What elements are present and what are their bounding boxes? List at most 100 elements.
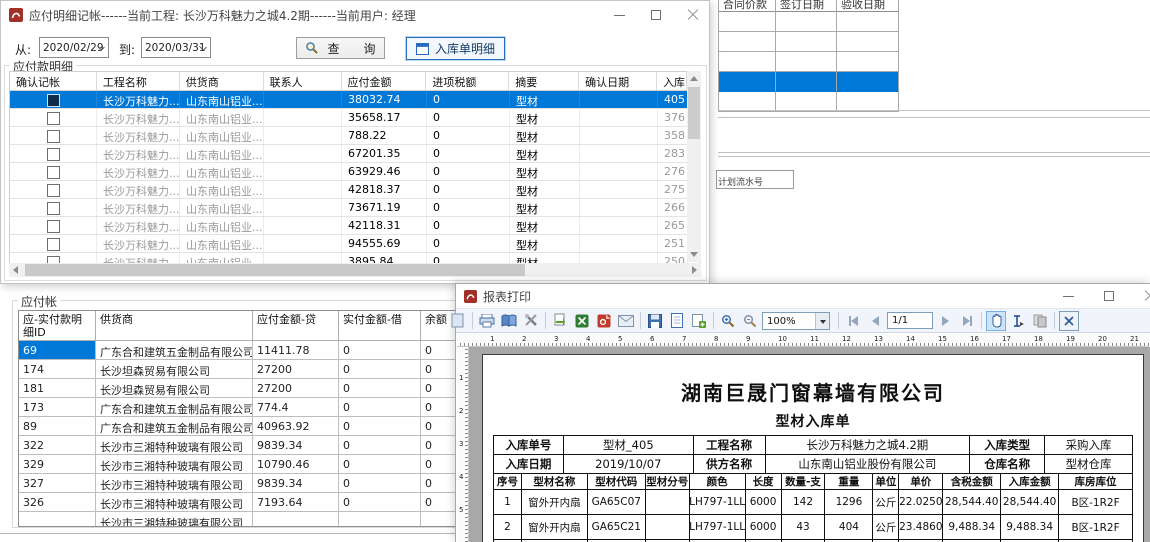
table-row[interactable]: 长沙万科魅力...山东南山铝业...73671.190型材266 [10,199,700,217]
table-row[interactable]: 长沙万科魅力...山东南山铝业...42118.310型材265 [10,217,700,235]
close-icon[interactable] [687,9,699,21]
table-row[interactable]: 长沙万科魅力...山东南山铝业...94555.690型材251 [10,235,700,253]
column-header[interactable]: 进项税额 [426,72,509,90]
export-icon[interactable] [550,311,570,331]
scroll-right-icon[interactable] [692,266,697,274]
minimize-icon[interactable] [614,15,625,16]
print-icon[interactable] [477,311,497,331]
excel-export-icon[interactable] [572,311,592,331]
table-row[interactable] [719,92,899,112]
page-nav-input[interactable]: 1/1 [887,312,933,329]
checkbox[interactable] [47,184,60,197]
scroll-down-icon[interactable] [690,252,698,257]
confirm-cell[interactable] [10,235,97,252]
first-page-icon[interactable] [843,311,863,331]
save-icon[interactable] [645,311,665,331]
to-date-combobox[interactable]: 2020/03/31 [141,37,211,58]
dropdown-arrow-icon[interactable] [815,313,829,329]
table-row[interactable] [719,72,899,92]
vertical-scrollbar[interactable] [687,71,701,262]
scroll-up-icon[interactable] [690,76,698,81]
id-cell[interactable]: 326 [19,493,96,512]
id-cell[interactable]: 173 [19,398,96,417]
id-cell[interactable]: 89 [19,417,96,436]
table-row[interactable]: 长沙万科魅力...山东南山铝业...35658.170型材376 [10,109,700,127]
inbound-detail-button[interactable]: 入库单明细 [406,37,505,60]
checkbox[interactable] [47,220,60,233]
checkbox[interactable] [47,238,60,251]
titlebar[interactable]: 应付明细记帐------当前工程: 长沙万科魅力之城4.2期------当前用户… [1,1,709,29]
confirm-cell[interactable] [10,91,97,108]
id-cell[interactable]: 322 [19,436,96,455]
table-row[interactable]: 长沙万科魅力...山东南山铝业...67201.350型材283 [10,145,700,163]
column-header[interactable]: 供货商 [96,311,253,341]
id-cell[interactable] [19,512,96,526]
close-preview-icon[interactable] [1059,311,1079,331]
column-header[interactable]: 应付金额-贷 [253,311,339,341]
add-page-icon[interactable] [689,311,709,331]
id-cell[interactable]: 329 [19,455,96,474]
zoom-out-icon[interactable] [740,311,760,331]
column-header[interactable]: 应付金额 [342,72,427,90]
column-header[interactable]: 确认记帐 [10,72,97,90]
zoom-in-icon[interactable] [718,311,738,331]
book-icon[interactable] [499,311,519,331]
checkbox[interactable] [47,94,60,107]
id-cell[interactable]: 69 [19,341,96,360]
next-page-icon[interactable] [935,311,955,331]
column-header[interactable]: 实付金额-借 [339,311,421,341]
column-header[interactable]: 确认日期 [579,72,657,90]
table-row[interactable] [719,52,899,72]
page-icon[interactable] [667,311,687,331]
confirm-cell[interactable] [10,217,97,234]
checkbox[interactable] [47,166,60,179]
table-row[interactable]: 长沙万科魅力...山东南山铝业...38032.740型材405 [10,91,700,109]
confirm-cell[interactable] [10,109,97,126]
scroll-left-icon[interactable] [13,266,18,274]
titlebar[interactable]: 报表打印 [456,284,1150,308]
id-cell[interactable]: 181 [19,379,96,398]
horizontal-scrollbar[interactable] [9,263,701,277]
zoom-select[interactable]: 100% [762,312,830,330]
column-header[interactable]: 工程名称 [97,72,180,90]
table-row[interactable]: 长沙万科魅力...山东南山铝业...42818.370型材275 [10,181,700,199]
column-header[interactable]: 供货商 [180,72,264,90]
pdf-export-icon[interactable] [594,311,614,331]
maximize-icon[interactable] [651,10,661,20]
confirm-cell[interactable] [10,145,97,162]
checkbox[interactable] [47,202,60,215]
text-select-icon[interactable] [1008,311,1028,331]
id-cell[interactable]: 174 [19,360,96,379]
confirm-cell[interactable] [10,163,97,180]
tools-icon[interactable] [521,311,541,331]
column-header[interactable]: 摘要 [509,72,579,90]
table-row[interactable] [719,12,899,32]
maximize-icon[interactable] [1104,291,1114,301]
checkbox[interactable] [47,112,60,125]
from-date-combobox[interactable]: 2020/02/29 [39,37,109,58]
copy-icon[interactable] [1030,311,1050,331]
confirm-cell[interactable] [10,181,97,198]
query-button[interactable]: 查 询 [296,37,385,59]
table-row[interactable] [719,32,899,52]
document-icon[interactable] [448,311,468,331]
scrollbar-thumb[interactable] [688,87,700,139]
table-row[interactable]: 长沙万科魅力...山东南山铝业...788.220型材358 [10,127,700,145]
confirm-cell[interactable] [10,127,97,144]
hand-tool-icon[interactable] [986,311,1006,331]
column-header[interactable]: 入库 [657,72,687,90]
id-cell[interactable]: 327 [19,474,96,493]
last-page-icon[interactable] [957,311,977,331]
minimize-icon[interactable] [1063,296,1074,297]
preview-area[interactable]: 湖南巨晟门窗幕墙有限公司 型材入库单 入库单号型材_405工程名称长沙万科魅力之… [469,347,1150,542]
column-header[interactable]: 联系人 [264,72,342,90]
prev-page-icon[interactable] [865,311,885,331]
table-row[interactable]: 长沙万科魅力...山东南山铝业...63929.460型材276 [10,163,700,181]
close-icon[interactable] [1144,290,1150,302]
confirm-cell[interactable] [10,199,97,216]
checkbox[interactable] [47,148,60,161]
mail-icon[interactable] [616,311,636,331]
scrollbar-thumb[interactable] [25,264,525,276]
column-header[interactable]: 应-实付款明 细ID [19,311,96,341]
checkbox[interactable] [47,130,60,143]
